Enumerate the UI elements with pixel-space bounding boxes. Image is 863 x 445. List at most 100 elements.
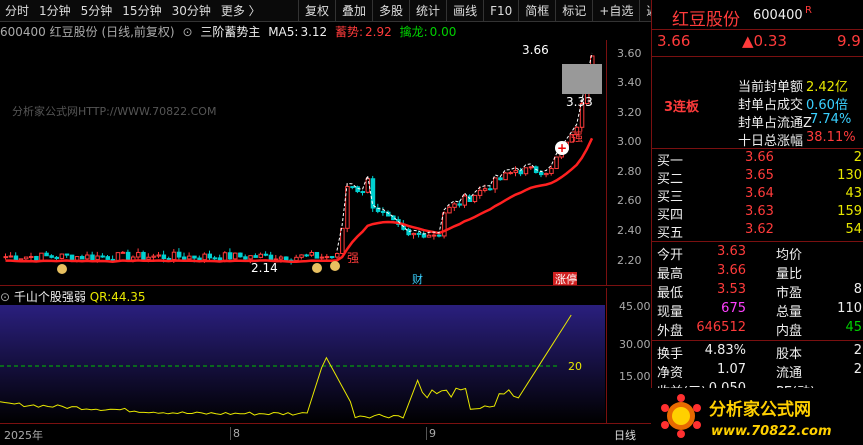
- candle-body: [284, 256, 289, 261]
- tab-fenshi[interactable]: 分时: [0, 2, 34, 19]
- candle-body: [462, 195, 467, 206]
- low-label: 2.14: [251, 261, 278, 275]
- candle-body: [222, 252, 228, 261]
- candle-body: [166, 257, 172, 260]
- price-marker-box: [562, 64, 602, 94]
- candle-body: [95, 255, 100, 261]
- candle-body: [85, 254, 90, 260]
- current-price-label: 3.33: [566, 95, 593, 109]
- bid-row[interactable]: 买五 3.62 54: [652, 222, 863, 242]
- ma-line-red: [5, 137, 594, 264]
- bid-row[interactable]: 买三 3.64 43: [652, 186, 863, 206]
- current-price: 3.66: [657, 32, 691, 50]
- tab-30min[interactable]: 30分钟: [167, 2, 216, 19]
- candle-body: [253, 255, 258, 258]
- y-tick: 3.40: [617, 76, 642, 89]
- candle-body: [488, 188, 493, 191]
- candle-body: [217, 257, 223, 261]
- candle-body: [212, 257, 218, 260]
- candle-body: [197, 257, 202, 261]
- candle-body: [49, 255, 54, 258]
- candle-body: [115, 252, 121, 262]
- candle-body: [554, 156, 559, 170]
- candle-body: [278, 256, 284, 260]
- candle-body: [146, 256, 151, 260]
- candle-body: [18, 258, 24, 261]
- stat-row: 今开 3.63 均价: [657, 244, 803, 263]
- seal-row: 当前封单额 2.42亿: [738, 80, 848, 95]
- candle-body: [329, 256, 335, 259]
- candle-body: [360, 191, 365, 194]
- candle-body: [161, 254, 167, 259]
- bid-row[interactable]: 买一 3.66 2: [652, 150, 863, 170]
- candle-body: [258, 253, 263, 258]
- xushi-value: 2.92: [365, 25, 392, 39]
- stat-row: 净资 1.07 流通 2: [657, 362, 862, 381]
- candle-body: [233, 252, 238, 260]
- tab-1min[interactable]: 1分钟: [34, 2, 76, 19]
- tool-buttons: 复权 叠加 多股 统计 画线 F10 简框 标记 +自选 返回: [298, 0, 676, 22]
- qr-indicator-chart[interactable]: 20: [0, 305, 605, 423]
- candle-body: [503, 172, 508, 181]
- candle-body: [477, 189, 483, 196]
- bid-row[interactable]: 买二 3.65 130: [652, 168, 863, 188]
- stat-row: 最低 3.53 市盈 8: [657, 282, 862, 301]
- r-mark: R: [805, 5, 812, 16]
- candle-body: [457, 203, 462, 206]
- stock-name: 红豆股份: [672, 10, 740, 30]
- stock-code: 600400: [753, 8, 803, 23]
- tab-more[interactable]: 更多 〉: [216, 2, 266, 19]
- diejia-button[interactable]: 叠加: [335, 0, 372, 22]
- ma5-label: MA5:: [268, 25, 299, 39]
- svg-text:+: +: [557, 141, 567, 155]
- jiankuang-button[interactable]: 简框: [518, 0, 555, 22]
- qr-label: QR:: [89, 290, 112, 304]
- candle-body: [549, 168, 554, 174]
- bid-row[interactable]: 买四 3.63 159: [652, 204, 863, 224]
- candle-body: [227, 252, 233, 260]
- price-axis: 3.60 3.40 3.20 3.00 2.80 2.60 2.40 2.20: [606, 40, 651, 285]
- brand-logo: 分析家公式网 www.70822.com: [651, 388, 863, 445]
- candle-body: [207, 253, 212, 259]
- strong-label-2: 强: [347, 251, 359, 265]
- high-label: 3.66: [522, 43, 549, 57]
- tongji-button[interactable]: 统计: [409, 0, 446, 22]
- candle-body: [44, 252, 49, 257]
- candle-body: [314, 251, 320, 259]
- tab-15min[interactable]: 15分钟: [117, 2, 166, 19]
- candle-body: [248, 255, 253, 260]
- y-tick: 2.40: [617, 224, 642, 237]
- candle-body: [268, 254, 274, 261]
- stat-row: 外盘 646512 内盘 45: [657, 320, 862, 339]
- indicator-background: [0, 305, 605, 423]
- seal-row: 十日总涨幅 38.11%: [738, 130, 856, 149]
- candle-body: [447, 206, 452, 214]
- kline-bars: [3, 55, 595, 265]
- candle-body: [29, 255, 34, 258]
- dropdown-icon[interactable]: ⊙: [182, 25, 192, 39]
- tab-5min[interactable]: 5分钟: [76, 2, 118, 19]
- duogu-button[interactable]: 多股: [372, 0, 409, 22]
- indicator-panel-name[interactable]: 千山个股强弱: [14, 290, 86, 304]
- indicator-dropdown-icon[interactable]: ⊙: [0, 290, 10, 304]
- candle-body: [54, 256, 59, 259]
- candle-body: [69, 254, 75, 261]
- indicator-name[interactable]: 三阶蓄势主: [200, 25, 260, 39]
- chart-header: 600400 红豆股份 (日线,前复权) ⊙ 三阶蓄势主 MA5: 3.12 蓄势…: [0, 23, 610, 39]
- time-axis: 2025年 8 9 日线: [0, 423, 651, 445]
- zhangting-label: 涨停: [555, 272, 577, 285]
- biaoji-button[interactable]: 标记: [555, 0, 592, 22]
- zixuan-button[interactable]: +自选: [592, 0, 639, 22]
- f10-button[interactable]: F10: [483, 0, 518, 22]
- candle-body: [64, 253, 70, 256]
- candle-body: [202, 253, 207, 261]
- candle-body: [452, 203, 457, 208]
- period-selector[interactable]: 日线: [614, 427, 636, 443]
- huaxian-button[interactable]: 画线: [446, 0, 483, 22]
- money-bag-icon-3: [330, 261, 340, 271]
- seal-row: 封单占流通Z 7.74%: [738, 112, 852, 131]
- candle-body: [80, 256, 85, 260]
- kline-chart[interactable]: 分析家公式网HTTP://WWW.70822.COM 3.33 3.66 2.1…: [0, 40, 605, 285]
- fuquan-button[interactable]: 复权: [298, 0, 335, 22]
- candle-body: [243, 256, 248, 260]
